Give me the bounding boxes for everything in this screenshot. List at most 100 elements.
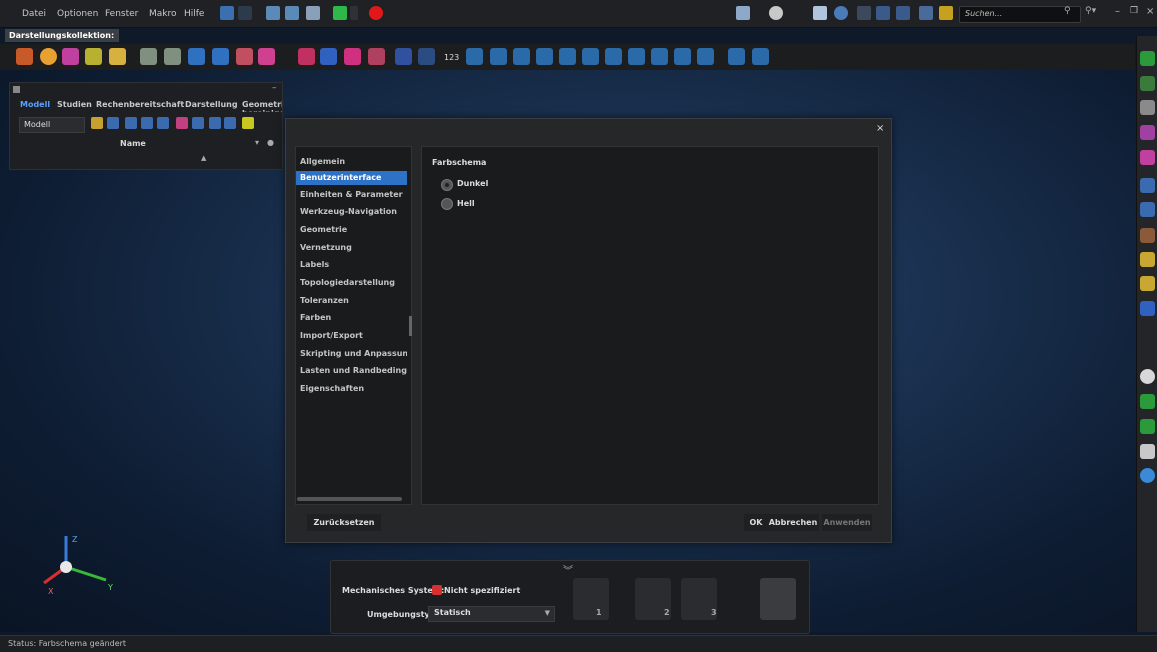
cancel-button[interactable]: Abbrechen [767, 514, 819, 531]
search-icon[interactable]: ⚲ [1064, 6, 1078, 20]
highlight-icon[interactable] [242, 117, 254, 129]
column-visibility-icon[interactable]: ● [267, 138, 274, 147]
panel-grip-icon[interactable] [13, 86, 20, 93]
section-icon[interactable] [896, 6, 910, 20]
contour-icon[interactable] [651, 48, 668, 65]
camera-icon[interactable] [769, 6, 783, 20]
ball-icon[interactable] [1140, 369, 1155, 384]
run-dropdown-icon[interactable] [350, 6, 358, 20]
filter-toolbar-icon[interactable] [91, 117, 103, 129]
ok-button[interactable]: OK [744, 514, 768, 531]
collapse-icon[interactable] [141, 117, 153, 129]
zoom-icon[interactable] [834, 6, 848, 20]
mesh-icon[interactable] [140, 48, 157, 65]
nav-item-3[interactable]: Einheiten & Parameter [300, 190, 403, 199]
environment-select[interactable]: Statisch ▼ [428, 606, 555, 622]
radio-light-label[interactable]: Hell [457, 199, 475, 208]
view-icon[interactable] [857, 6, 871, 20]
force-icon[interactable] [368, 48, 385, 65]
menu-fenster[interactable]: Fenster [105, 9, 138, 19]
tree-icon[interactable] [107, 117, 119, 129]
panel-minimize-icon[interactable]: – [272, 83, 277, 93]
nav-item-6[interactable]: Vernetzung [300, 243, 352, 252]
tab-rechenbereitschaft[interactable]: Rechenbereitschaft [96, 100, 184, 109]
radio-dark[interactable] [441, 179, 453, 191]
query-icon[interactable] [466, 48, 483, 65]
display-icon[interactable] [736, 6, 750, 20]
close-icon[interactable]: × [1146, 6, 1157, 20]
material-icon[interactable] [236, 48, 253, 65]
details-icon[interactable] [224, 117, 236, 129]
color-icon[interactable] [176, 117, 188, 129]
splitter-handle[interactable] [409, 316, 412, 336]
tab-studien[interactable]: Studien [57, 100, 92, 109]
results-cube-icon[interactable] [760, 578, 796, 620]
measure-icon[interactable] [490, 48, 507, 65]
nav-item-9[interactable]: Toleranzen [300, 296, 349, 305]
loads-icon[interactable] [298, 48, 315, 65]
reset-button[interactable]: Zurücksetzen [307, 514, 381, 531]
save-icon[interactable] [266, 6, 280, 20]
chevron-down-icon[interactable]: ︾ [563, 562, 573, 577]
stop-icon[interactable] [369, 6, 383, 20]
ruler-icon[interactable] [1140, 252, 1155, 267]
display-collection-tab[interactable]: Darstellungskollektion: 1 [5, 29, 119, 53]
signal-icon[interactable] [1140, 276, 1155, 291]
model-selector[interactable]: Modell [19, 117, 85, 133]
stack-icon[interactable] [1140, 301, 1155, 316]
model-icon[interactable] [16, 48, 33, 65]
temperature-icon[interactable] [418, 48, 435, 65]
node-icon[interactable] [582, 48, 599, 65]
bracket-icon[interactable] [1140, 228, 1155, 243]
cluster-icon[interactable] [1140, 150, 1155, 165]
checklist-icon[interactable] [573, 578, 609, 620]
plot-icon[interactable] [728, 48, 745, 65]
undo-icon[interactable] [220, 6, 234, 20]
slice-icon[interactable] [697, 48, 714, 65]
moment-icon[interactable] [395, 48, 412, 65]
window-icon[interactable] [813, 6, 827, 20]
sheets-icon[interactable] [1140, 419, 1155, 434]
rotate-icon[interactable] [919, 6, 933, 20]
tab-modell[interactable]: Modell [20, 100, 50, 109]
nav-item-7[interactable]: Labels [300, 260, 329, 269]
light-icon[interactable] [939, 6, 953, 20]
ibeam-icon[interactable] [513, 48, 530, 65]
menu-optionen[interactable]: Optionen [57, 9, 98, 19]
mesh2-icon[interactable] [164, 48, 181, 65]
probe-icon[interactable] [674, 48, 691, 65]
nav-horizontal-scrollbar[interactable] [297, 497, 402, 501]
constraint-icon[interactable] [320, 48, 337, 65]
sort-icon[interactable] [192, 117, 204, 129]
nav-item-8[interactable]: Topologiedarstellung [300, 278, 395, 287]
wrench-icon[interactable] [1140, 444, 1155, 459]
lines-icon[interactable] [212, 48, 229, 65]
group-icon[interactable] [1140, 125, 1155, 140]
part-icon[interactable] [1140, 51, 1155, 66]
dialog-close-icon[interactable]: × [876, 123, 884, 134]
filter-icon[interactable] [1140, 100, 1155, 115]
radio-dark-label[interactable]: Dunkel [457, 179, 488, 188]
apply-button[interactable]: Anwenden [822, 514, 872, 531]
parts-icon[interactable] [62, 48, 79, 65]
nav-item-4[interactable]: Werkzeug-Navigation [300, 207, 397, 216]
tab-darstellung[interactable]: Darstellung [185, 100, 238, 109]
tab-geometrie-bereinigen[interactable]: Geometrie bereinigen [242, 100, 282, 112]
save-as-icon[interactable] [285, 6, 299, 20]
list-rail-icon[interactable] [1140, 202, 1155, 217]
fit-icon[interactable] [876, 6, 890, 20]
points-rail-icon[interactable] [1140, 178, 1155, 193]
results-icon[interactable] [628, 48, 645, 65]
nav-item-10[interactable]: Farben [300, 313, 331, 322]
menu-hilfe[interactable]: Hilfe [184, 9, 204, 19]
graph-icon[interactable] [605, 48, 622, 65]
column-filter-icon[interactable]: ▾ [255, 138, 259, 147]
search-input[interactable]: Suchen... [959, 6, 1081, 23]
link-icon[interactable] [157, 117, 169, 129]
points-icon[interactable] [188, 48, 205, 65]
list-icon[interactable] [209, 117, 221, 129]
person-icon[interactable] [559, 48, 576, 65]
floppy-icon[interactable] [306, 6, 320, 20]
numbering-button[interactable]: 123 [444, 53, 459, 62]
edges-icon[interactable] [85, 48, 102, 65]
